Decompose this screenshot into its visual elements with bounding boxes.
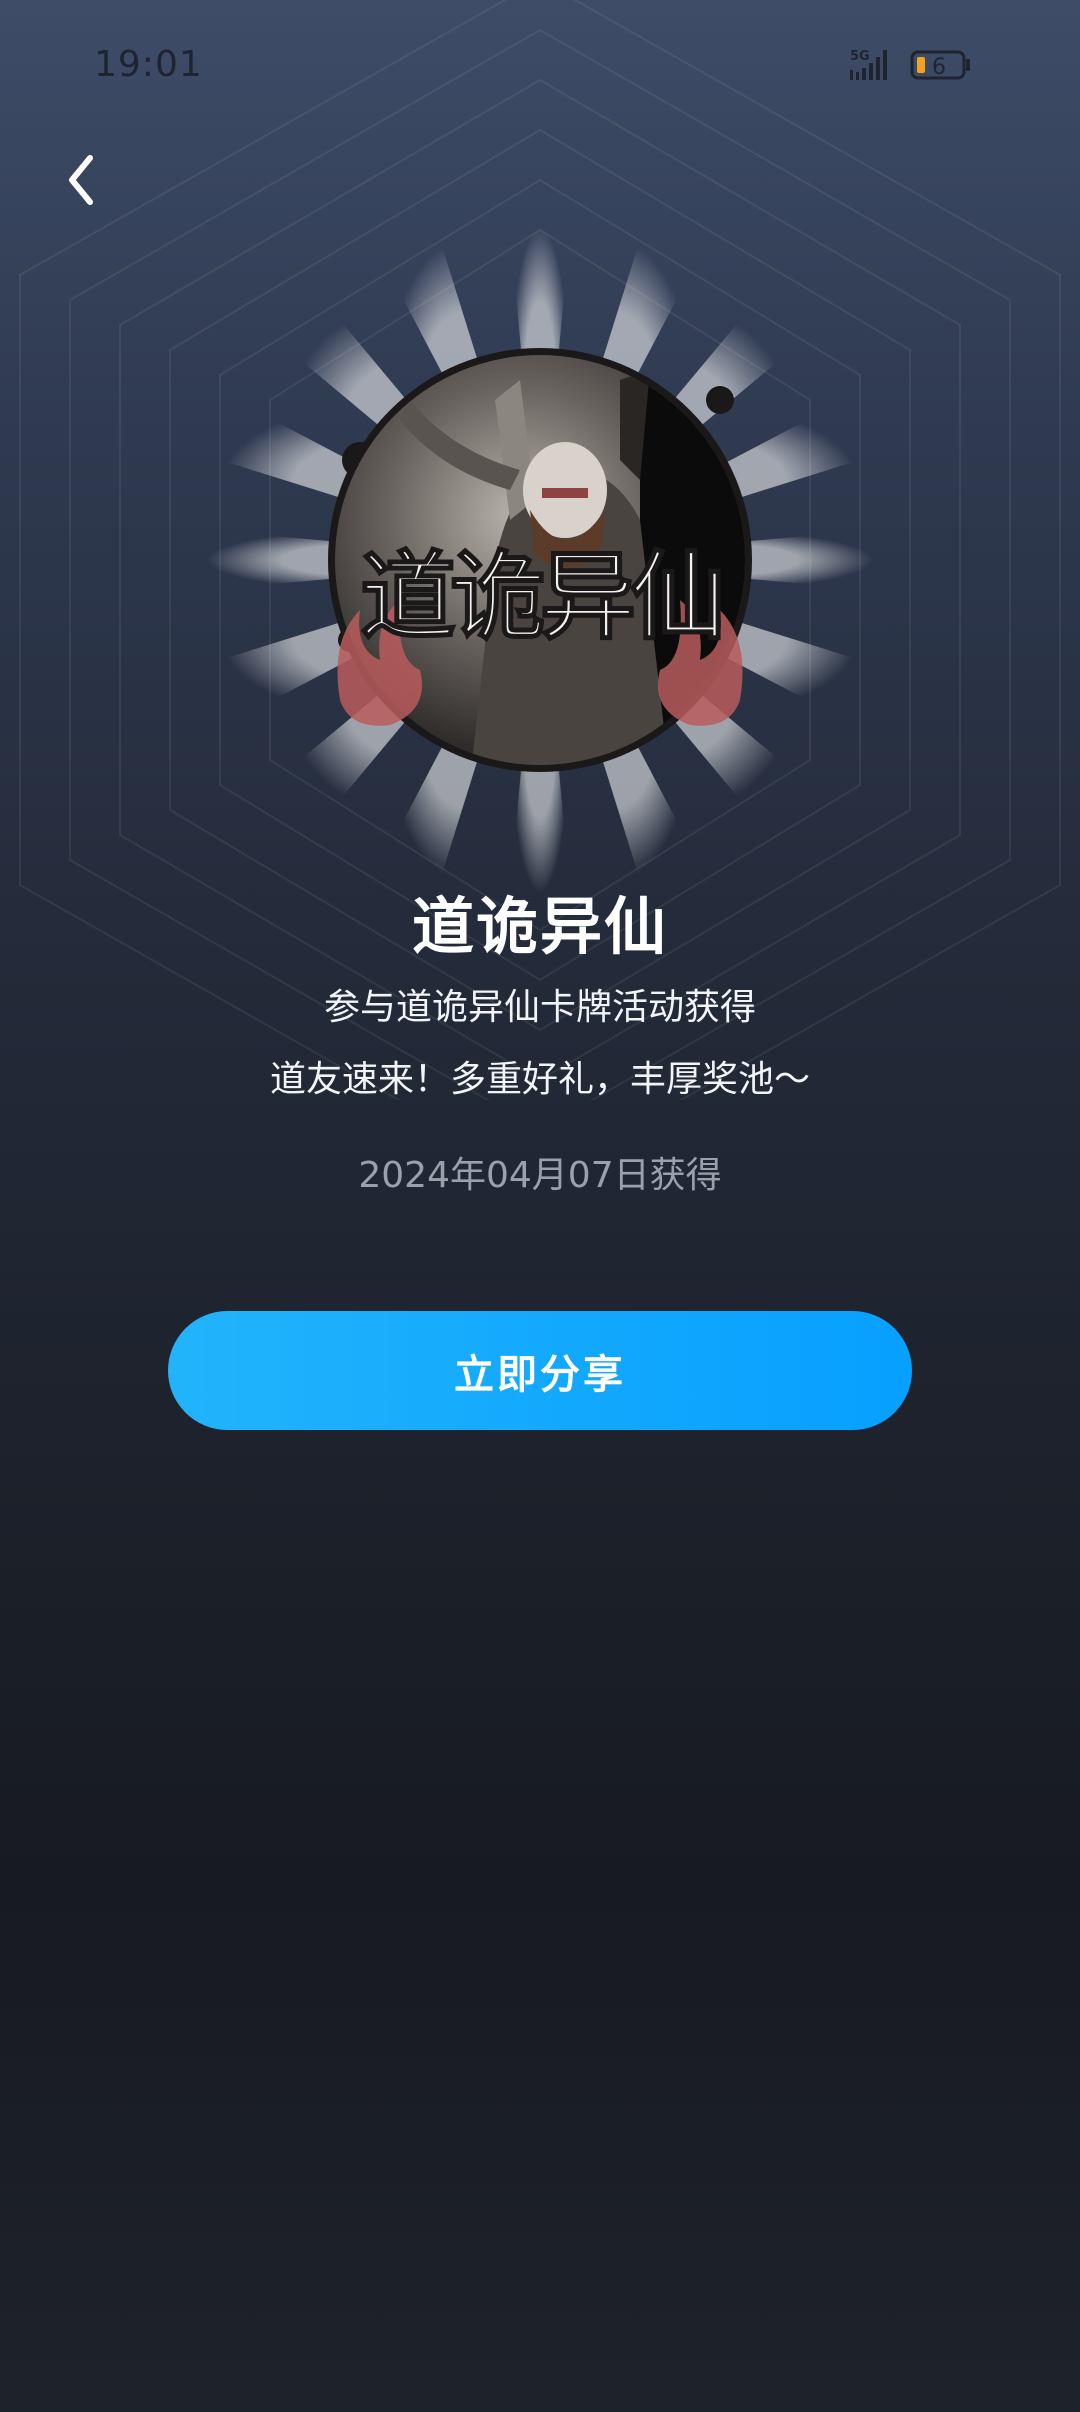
badge-title: 道诡异仙 — [411, 890, 668, 963]
svg-text:5G: 5G — [850, 49, 870, 64]
share-button-label: 立即分享 — [454, 1351, 626, 1398]
badge-medal: 道诡异仙 — [206, 226, 874, 894]
status-bar: 19:01 5G 6 — [0, 0, 1080, 130]
signal-5g-icon: 5G — [850, 49, 887, 80]
status-time: 19:01 — [94, 44, 203, 85]
badge-description-line-1: 参与道诡异仙卡牌活动获得 — [323, 987, 756, 1028]
dao-gui-yi-xian-badge-image: 道诡异仙 — [328, 348, 752, 772]
obtained-date: 2024年04月07日获得 — [358, 1155, 722, 1196]
share-now-button[interactable]: 立即分享 — [168, 1311, 912, 1430]
svg-text:6: 6 — [932, 55, 946, 80]
chevron-left-icon — [69, 155, 93, 205]
back-button[interactable] — [52, 140, 116, 220]
battery-icon: 6 — [910, 50, 970, 80]
status-icons: 5G 6 — [850, 49, 970, 80]
badge-description-line-2: 道友速来！多重好礼，丰厚奖池～ — [269, 1059, 810, 1100]
achievement-detail-screen: 19:01 5G 6 道诡异仙 道诡异仙 参与道诡异仙卡牌活动获得 道友速来！多… — [0, 0, 1080, 2412]
badge-calligraphy-text: 道诡异仙 — [360, 540, 720, 653]
